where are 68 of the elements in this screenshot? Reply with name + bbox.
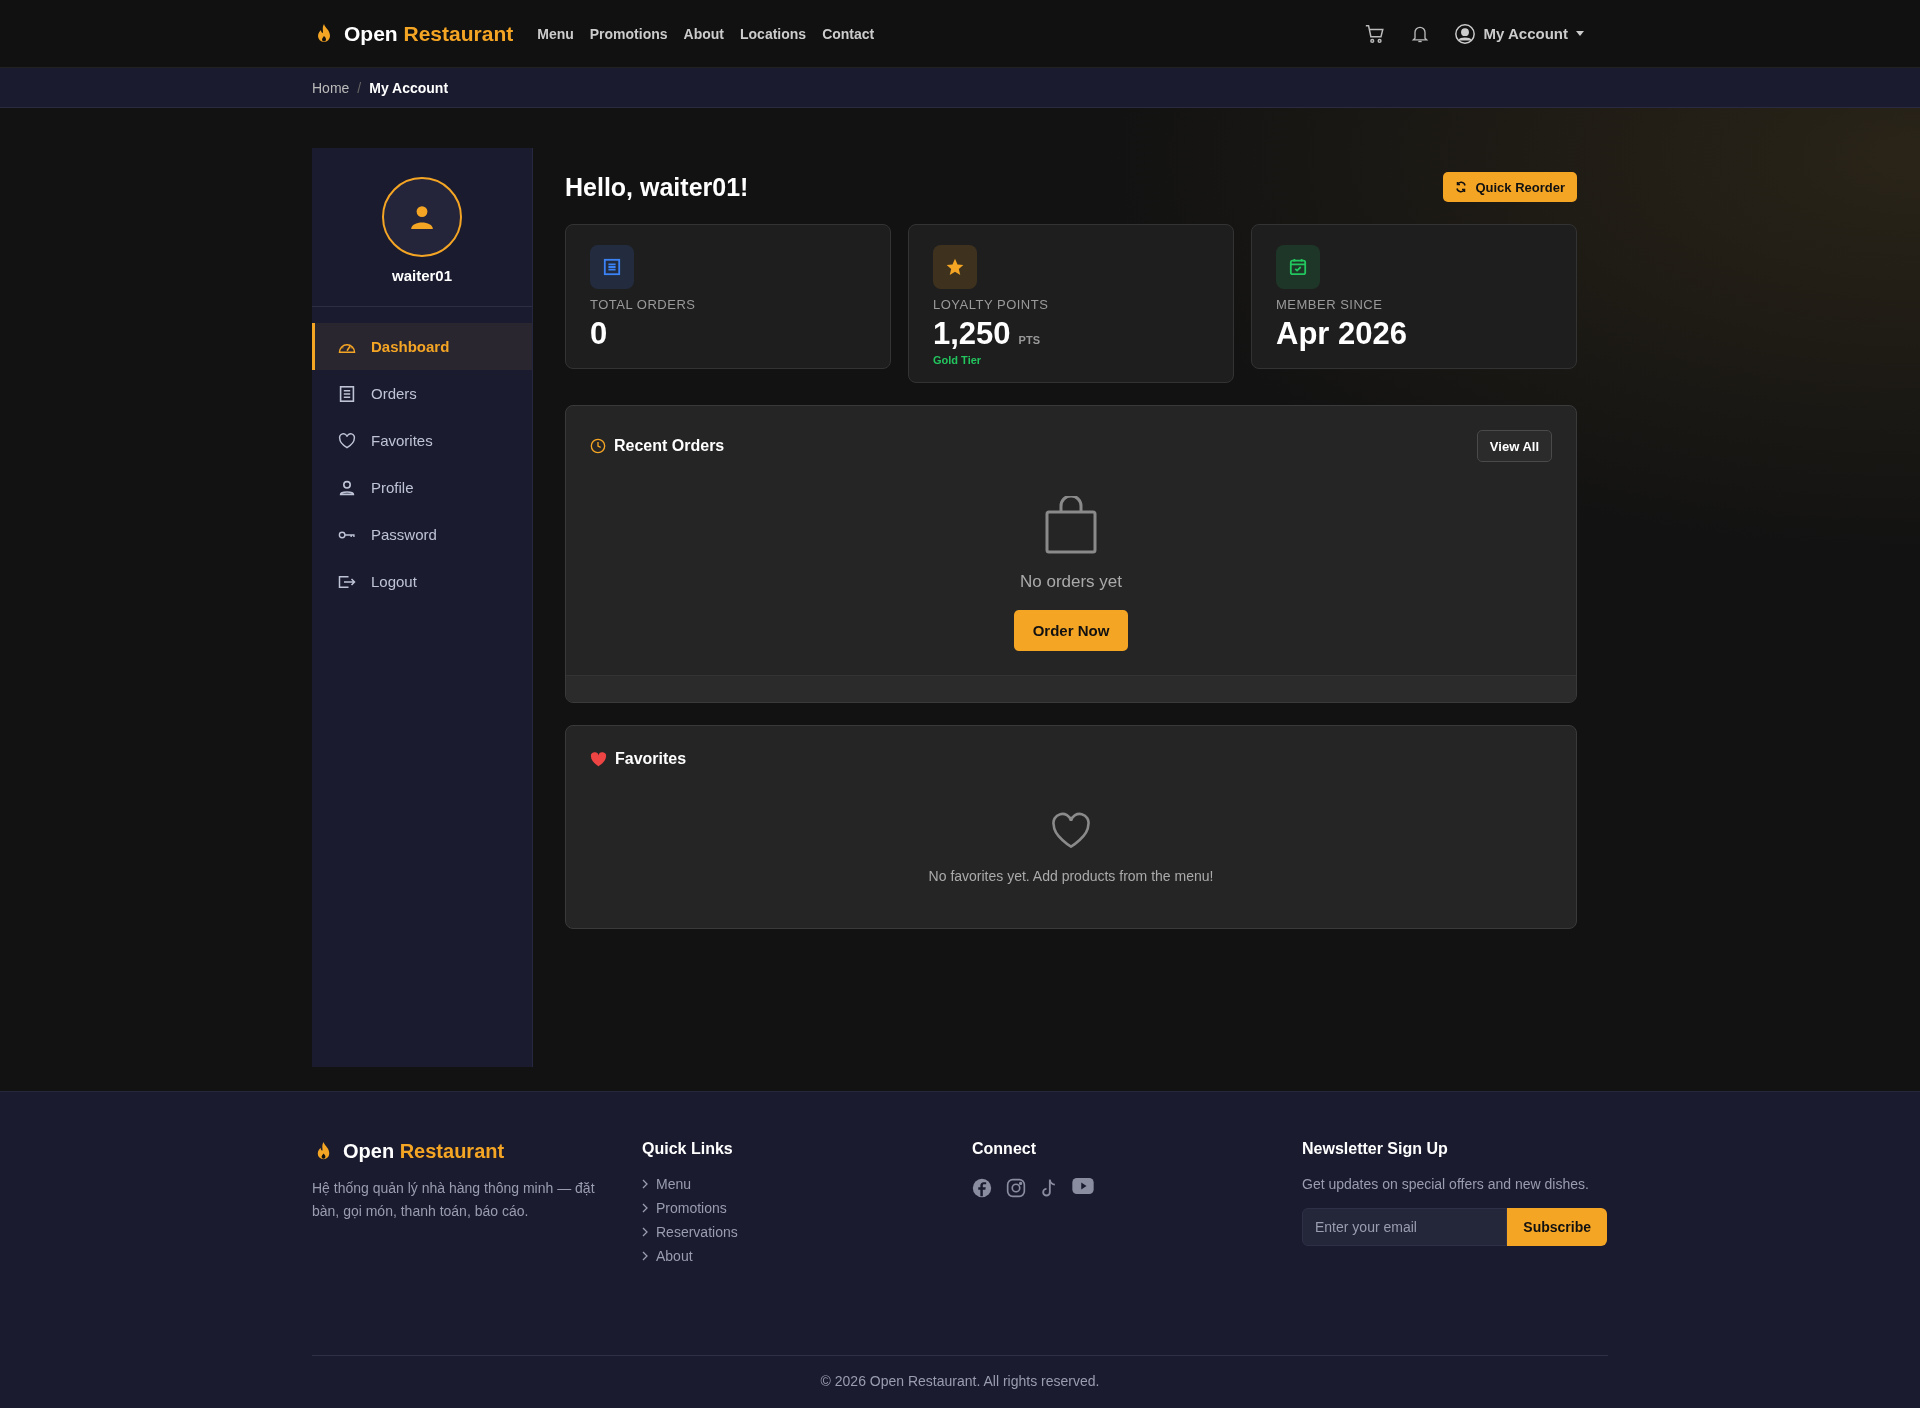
heart-icon bbox=[590, 751, 607, 767]
sidebar-item[interactable]: Orders bbox=[312, 370, 532, 417]
clock-icon bbox=[590, 438, 606, 454]
empty-message: No favorites yet. Add products from the menu! bbox=[928, 868, 1214, 884]
empty-message: No orders yet bbox=[1019, 572, 1122, 592]
instagram-icon[interactable] bbox=[1006, 1178, 1026, 1198]
logout-icon bbox=[338, 573, 356, 590]
heart-icon bbox=[338, 432, 356, 449]
subscribe-button[interactable]: Subscribe bbox=[1507, 1208, 1607, 1246]
user-icon bbox=[1453, 22, 1476, 45]
email-field[interactable]: Enter your email bbox=[1302, 1208, 1508, 1246]
sidebar-item[interactable]: Password bbox=[312, 511, 532, 558]
music-note-icon[interactable] bbox=[1040, 1178, 1058, 1198]
stat-label: LOYALTY POINTS bbox=[933, 297, 1050, 312]
copyright-text: © 2026 Open Restaurant. All rights reserved. bbox=[820, 1373, 1100, 1389]
nav-link[interactable]: Locations bbox=[740, 25, 807, 42]
facebook-icon[interactable] bbox=[972, 1178, 992, 1198]
quick-reorder-button[interactable]: Quick Reorder bbox=[1443, 172, 1577, 202]
chevron-icon bbox=[642, 1179, 648, 1189]
sidebar-item[interactable]: Logout bbox=[312, 558, 532, 605]
breadcrumb-link[interactable]: Home bbox=[312, 79, 350, 96]
chevron-icon bbox=[642, 1203, 648, 1213]
stat-unit: PTS bbox=[1018, 334, 1040, 346]
list-icon bbox=[339, 384, 355, 403]
heart-icon bbox=[1050, 812, 1092, 850]
brand-name[interactable]: Open Restaurant bbox=[344, 21, 514, 46]
footer-heading: Newsletter Sign Up bbox=[1302, 1140, 1449, 1159]
sidebar-item[interactable]: Profile bbox=[312, 464, 532, 511]
user-icon bbox=[409, 203, 435, 230]
nav-link[interactable]: Contact bbox=[822, 25, 875, 42]
nav-link[interactable]: Menu bbox=[537, 25, 574, 42]
tier-label: Gold Tier bbox=[933, 354, 983, 366]
cart-icon[interactable] bbox=[1363, 22, 1386, 45]
nav-link[interactable]: Promotions bbox=[589, 25, 668, 42]
greeting-title: Hello, waiter01! bbox=[565, 172, 749, 202]
card-title: Recent Orders bbox=[614, 437, 725, 455]
chevron-icon bbox=[642, 1227, 648, 1237]
newsletter-text: Get updates on special offers and new dishes. bbox=[1302, 1176, 1590, 1192]
stat-value: 1,250 bbox=[933, 316, 1011, 352]
account-menu[interactable]: My Account bbox=[1453, 22, 1584, 45]
breadcrumb-current: My Account bbox=[369, 79, 449, 96]
footer-link[interactable]: Reservations bbox=[642, 1224, 972, 1240]
breadcrumb-separator: / bbox=[357, 79, 362, 96]
footer-description: Hệ thống quản lý nhà hàng thông minh — đặt bàn, gọi món, thanh toán, báo cáo. bbox=[312, 1179, 596, 1221]
footer-link[interactable]: Menu bbox=[642, 1176, 972, 1192]
stat-value: 0 bbox=[590, 316, 608, 352]
footer-heading: Quick Links bbox=[642, 1140, 734, 1159]
view-all-button[interactable]: View All bbox=[1476, 430, 1552, 462]
stat-label: MEMBER SINCE bbox=[1276, 297, 1384, 312]
username: waiter01 bbox=[391, 266, 452, 284]
shopping-bag-icon bbox=[1045, 496, 1097, 554]
person-icon bbox=[339, 479, 355, 496]
order-now-button[interactable]: Order Now bbox=[1013, 610, 1129, 651]
footer-link[interactable]: Promotions bbox=[642, 1200, 972, 1216]
footer-link[interactable]: About bbox=[642, 1248, 972, 1264]
key-icon bbox=[338, 529, 356, 540]
sidebar-item[interactable]: Favorites bbox=[312, 417, 532, 464]
play-icon[interactable] bbox=[1072, 1178, 1094, 1194]
stat-label: TOTAL ORDERS bbox=[590, 297, 697, 312]
chevron-icon bbox=[642, 1251, 648, 1261]
caret-icon bbox=[1576, 31, 1584, 36]
nav-link[interactable]: About bbox=[683, 25, 724, 42]
brand-name[interactable]: Open Restaurant bbox=[343, 1140, 505, 1163]
stat-value: Apr 2026 bbox=[1276, 316, 1407, 352]
refresh-icon bbox=[1455, 181, 1468, 193]
sidebar-item[interactable]: Dashboard bbox=[312, 323, 532, 370]
footer-heading: Connect bbox=[972, 1140, 1037, 1159]
card-title: Favorites bbox=[615, 750, 687, 768]
